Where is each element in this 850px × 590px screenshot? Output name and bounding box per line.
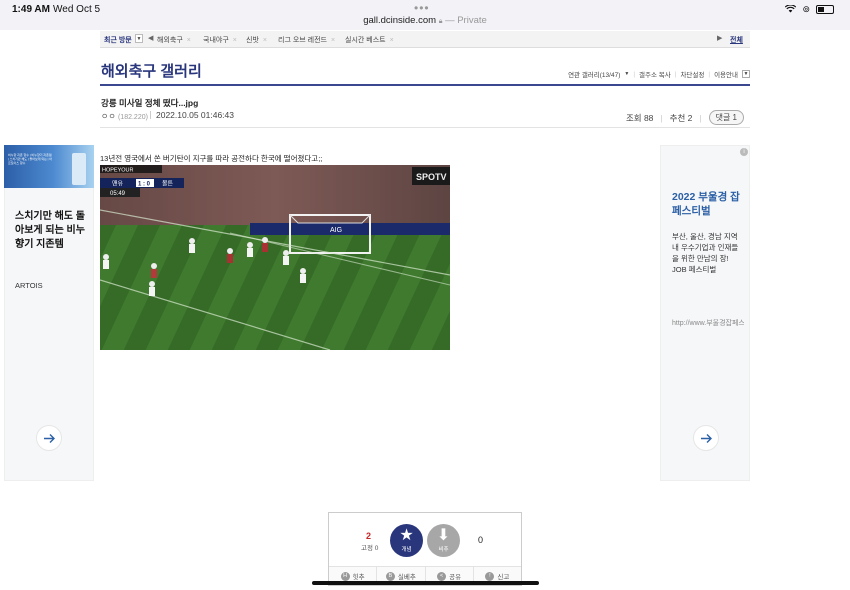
board-aig-text: AIG [330, 227, 342, 234]
post-stats: 조회 88 | 추천 2 | 댓글 1 [626, 110, 744, 125]
wifi-icon [785, 3, 797, 15]
nav-prev-icon[interactable]: ◀ [148, 34, 153, 42]
post-author[interactable]: ㅇㅇ (182.220) [101, 111, 148, 122]
broadcaster-label: HOPEYOUR [102, 168, 134, 174]
recent-item-label: 신밧 [246, 37, 259, 44]
recent-item-3[interactable]: 신밧 × [246, 35, 267, 45]
gallery-title-underline [100, 84, 750, 86]
author-nickname[interactable]: ㅇㅇ [101, 112, 116, 121]
ad-thumb-text: 비누향 지존 향수 | 비누향기 지존템 | 스치기만 해도 | 돌아보게 되는… [8, 153, 53, 165]
recent-dropdown-icon[interactable]: ▼ [135, 34, 143, 43]
recent-item-label: 실시간 베스트 [345, 37, 386, 44]
separator: | [674, 70, 677, 78]
recent-item-4[interactable]: 리그 오브 레전드 × [278, 35, 335, 45]
report-icon: ! [485, 571, 495, 581]
gallery-tools: 연관 갤러리(13/47) ▼ | 갤주소 복사 | 차단설정 | 이용안내 ▼ [568, 69, 750, 79]
upvote-count: 2 [366, 531, 372, 541]
team-away-label: 볼튼 [162, 181, 174, 188]
score-label: 1 : 0 [138, 182, 151, 188]
recent-all-link[interactable]: 전체 [730, 35, 743, 45]
broadcast-logo-text: SPOTV [416, 172, 447, 182]
status-date: Wed Oct 5 [53, 4, 101, 15]
separator [150, 111, 151, 119]
recommend-count: 추천 2 [669, 112, 693, 123]
ad-left-arrow-button[interactable] [36, 425, 62, 451]
tool-label: 실베추 [397, 574, 416, 581]
block-settings-link[interactable]: 차단설정 [680, 69, 704, 79]
multitask-dots-icon[interactable]: ••• [414, 1, 430, 15]
post-title: 강릉 미사일 정체 떴다...jpg [101, 98, 199, 108]
arrow-right-icon [700, 433, 712, 443]
close-icon[interactable]: × [263, 37, 267, 44]
share-icon: < [437, 571, 447, 581]
arrow-right-icon [43, 433, 55, 443]
recent-item-5[interactable]: 실시간 베스트 × [345, 35, 394, 45]
ad-left-title[interactable]: 스치기만 해도 돌아보게 되는 비누향기 지존템 [15, 210, 87, 252]
ad-right-title[interactable]: 2022 부울경 잡 페스티벌 [672, 190, 742, 218]
soccer-scene: AIG SPOTV HOPEYOUR 맨유 1 : 0 볼튼 05:49 [100, 165, 450, 350]
fixed-count: 고정 0 [361, 545, 379, 552]
tool-label: 공유 [449, 574, 462, 581]
close-icon[interactable]: × [187, 37, 191, 44]
downvote-count: 0 [478, 535, 484, 545]
downvote-button[interactable]: ⬇ 비추 [427, 524, 460, 557]
best-icon: B [385, 571, 395, 581]
team-home-label: 맨유 [112, 180, 124, 188]
tool-label: 힛추 [352, 574, 365, 581]
ad-left-brand: ARTOIS [15, 281, 43, 290]
close-icon[interactable]: × [331, 37, 335, 44]
match-clock: 05:49 [110, 191, 126, 197]
private-label: — Private [445, 15, 487, 26]
ad-info-icon[interactable]: i [740, 148, 748, 156]
recent-item-1[interactable]: 해외축구 × [157, 35, 191, 45]
address-bar[interactable]: gall.dcinside.com 🔒︎ — Private [0, 15, 850, 26]
nav-next-icon[interactable]: ▶ [717, 34, 722, 42]
recent-visits-bar: 최근 방문 ▼ ◀ 해외축구 × 국내야구 × 신밧 × 리그 오브 레전드 × 실시간… [100, 31, 750, 48]
author-ip: (182.220) [117, 114, 148, 121]
view-count: 조회 88 [625, 112, 654, 123]
post-body-text: 13년전 영국에서 쏜 버기탄이 지구를 따라 공전하다 한국에 떨어졌다고;; [100, 154, 323, 163]
copy-address-link[interactable]: 갤주소 복사 [639, 69, 671, 79]
more-dropdown-icon[interactable]: ▼ [742, 70, 750, 78]
recent-item-2[interactable]: 국내야구 × [203, 35, 237, 45]
chevron-down-icon[interactable]: ▼ [624, 71, 629, 77]
upvote-button[interactable]: ★ 개념 [390, 524, 423, 557]
divider [100, 127, 750, 128]
post-gif-image[interactable]: AIG SPOTV HOPEYOUR 맨유 1 : 0 볼튼 05:49 [100, 165, 450, 350]
downvote-label: 비추 [438, 547, 449, 553]
lock-icon: 🔒︎ [438, 18, 443, 25]
close-icon[interactable]: × [233, 37, 237, 44]
close-icon[interactable]: × [390, 37, 394, 44]
status-time: 1:49 AM [12, 4, 50, 15]
separator: | [699, 112, 702, 123]
url-text: gall.dcinside.com [363, 15, 437, 26]
ad-right-arrow-button[interactable] [693, 425, 719, 451]
perfume-bottle-image [72, 153, 86, 185]
related-gallery-link[interactable]: 연관 갤러리(13/47) [568, 69, 620, 79]
hit-icon: H [340, 571, 350, 581]
upvote-label: 개념 [401, 547, 412, 553]
separator: | [633, 70, 636, 78]
system-icons: ⊚ [785, 3, 834, 15]
arrow-down-icon: ⬇ [436, 527, 451, 544]
reply-count-button[interactable]: 댓글 1 [708, 110, 744, 125]
gallery-title[interactable]: 해외축구 갤러리 [101, 60, 202, 81]
ad-right-url[interactable]: http://www.부울경잡페스티벌.kr [672, 318, 744, 328]
ad-left-thumbnail[interactable]: 비누향 지존 향수 | 비누향기 지존템 | 스치기만 해도 | 돌아보게 되는… [4, 145, 94, 188]
battery-icon [816, 5, 834, 14]
rotation-lock-icon: ⊚ [802, 4, 810, 14]
separator: | [660, 112, 663, 123]
ad-right-body: 부산, 울산, 경남 지역 내 우수기업과 인재들을 위한 만남의 장! JOB… [672, 232, 739, 274]
post-date: 2022.10.05 01:46:43 [156, 110, 234, 120]
recent-item-label: 해외축구 [157, 37, 183, 44]
star-icon: ★ [399, 527, 414, 544]
recent-item-label: 국내야구 [203, 37, 229, 44]
recent-visits-label: 최근 방문 [104, 37, 132, 44]
home-indicator[interactable] [312, 581, 539, 585]
usage-guide-link[interactable]: 이용안내 [714, 69, 738, 79]
recent-item-label: 리그 오브 레전드 [278, 37, 327, 44]
separator: | [708, 70, 711, 78]
tool-label: 신고 [497, 574, 510, 581]
